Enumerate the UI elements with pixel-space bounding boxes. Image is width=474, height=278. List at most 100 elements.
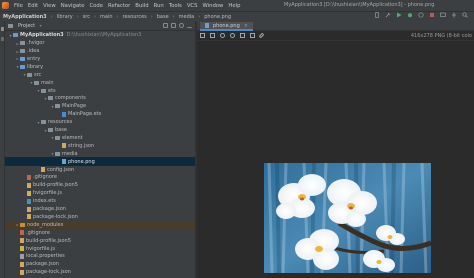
menu-run[interactable]: Run bbox=[154, 3, 164, 9]
gear-icon[interactable] bbox=[179, 23, 184, 28]
menu-file[interactable]: File bbox=[14, 3, 23, 9]
tree-item-label: config.json bbox=[47, 166, 75, 173]
tree-item-label: library bbox=[27, 63, 44, 70]
close-icon[interactable]: × bbox=[244, 23, 248, 29]
breadcrumb-item[interactable]: phone.png bbox=[204, 14, 231, 20]
ts-file-icon bbox=[27, 198, 31, 204]
menu-view[interactable]: View bbox=[43, 3, 56, 9]
menu-code[interactable]: Code bbox=[89, 3, 103, 9]
grid-icon[interactable] bbox=[210, 33, 215, 38]
folder-icon bbox=[41, 120, 46, 125]
actual-size-icon[interactable] bbox=[240, 33, 245, 38]
collapse-all-icon[interactable] bbox=[171, 23, 176, 28]
tree-item-label: resources bbox=[48, 119, 73, 126]
search-icon[interactable] bbox=[462, 12, 468, 18]
breadcrumb-item[interactable]: base bbox=[157, 14, 169, 20]
tree-item-label: index.ets bbox=[33, 198, 56, 205]
breadcrumb-item[interactable]: library bbox=[57, 14, 73, 20]
tree-item-label: package.json bbox=[26, 261, 59, 268]
breadcrumb-item[interactable]: MyApplication3 bbox=[3, 14, 47, 20]
folder-icon bbox=[55, 104, 60, 109]
sdk-manager-icon[interactable] bbox=[451, 12, 457, 18]
menu-edit[interactable]: Edit bbox=[28, 3, 38, 9]
js-file-icon bbox=[27, 190, 31, 196]
folder-icon bbox=[20, 56, 25, 61]
zoom-out-icon[interactable] bbox=[230, 33, 235, 38]
json-file-icon bbox=[20, 238, 24, 244]
git-file-icon bbox=[20, 230, 24, 236]
tree-item-label: src bbox=[34, 71, 42, 78]
tab-label: phone.png bbox=[213, 22, 240, 29]
color-picker-icon[interactable] bbox=[258, 32, 265, 39]
panel-divider[interactable] bbox=[195, 21, 197, 278]
orchid-image bbox=[264, 163, 431, 273]
tree-item-label: local.properties bbox=[26, 253, 65, 260]
stop-icon[interactable] bbox=[429, 12, 435, 18]
project-icon bbox=[8, 23, 13, 28]
folder-icon bbox=[27, 72, 32, 77]
breadcrumb-separator: › bbox=[76, 13, 79, 20]
tree-item-label: phone.png bbox=[68, 158, 95, 165]
menu-window[interactable]: Window bbox=[203, 3, 224, 9]
menu-tools[interactable]: Tools bbox=[169, 3, 182, 9]
folder-icon bbox=[20, 41, 25, 46]
chevron-down-icon[interactable]: ▾ bbox=[38, 23, 43, 28]
project-tool-button[interactable] bbox=[1, 27, 4, 31]
fit-icon[interactable] bbox=[200, 33, 205, 38]
tree-item-label: entry bbox=[27, 55, 41, 62]
image-preview[interactable] bbox=[264, 163, 431, 273]
menu-refactor[interactable]: Refactor bbox=[108, 3, 130, 9]
tree-item-label: media bbox=[62, 150, 78, 157]
tree-item-label: MainPage bbox=[62, 103, 87, 110]
folder-icon bbox=[20, 49, 25, 54]
tree-item-label: .gitignore bbox=[33, 174, 57, 181]
breadcrumb-separator: › bbox=[150, 13, 153, 20]
tree-item-label: main bbox=[41, 79, 54, 86]
json-file-icon bbox=[41, 167, 45, 173]
zoom-in-icon[interactable] bbox=[220, 33, 225, 38]
structure-tool-button[interactable] bbox=[1, 37, 4, 41]
debug-icon[interactable] bbox=[407, 12, 413, 18]
image-info-text: 416x278 PNG (8-bit colo bbox=[410, 33, 472, 39]
hammer-icon[interactable] bbox=[385, 12, 391, 18]
menu-build[interactable]: Build bbox=[135, 3, 148, 9]
json-file-icon bbox=[27, 214, 31, 220]
phone-icon[interactable] bbox=[374, 12, 380, 18]
menu-vcs[interactable]: VCS bbox=[187, 3, 198, 9]
device-manager-icon[interactable] bbox=[440, 12, 446, 18]
breadcrumb-item[interactable]: src bbox=[83, 14, 90, 20]
window-title: MyApplication3 [D:\\hushixian\\MyApplica… bbox=[284, 2, 435, 8]
minimize-icon[interactable] bbox=[187, 23, 192, 28]
breadcrumb-item[interactable]: main bbox=[100, 14, 113, 20]
breadcrumb-separator: › bbox=[50, 13, 53, 20]
menu-navigate[interactable]: Navigate bbox=[61, 3, 85, 9]
run-icon[interactable] bbox=[396, 12, 402, 18]
img-file-icon bbox=[62, 159, 66, 165]
git-file-icon bbox=[27, 174, 31, 180]
json-file-icon bbox=[20, 261, 24, 267]
tree-item-label: hvigorfile.js bbox=[33, 190, 63, 197]
locate-icon[interactable] bbox=[163, 23, 168, 28]
json-file-icon bbox=[27, 182, 31, 188]
profile-icon[interactable] bbox=[418, 12, 424, 18]
folder-icon bbox=[48, 96, 53, 101]
json-file-icon bbox=[62, 143, 66, 149]
breadcrumb-item[interactable]: media bbox=[179, 14, 195, 20]
menu-help[interactable]: Help bbox=[228, 3, 240, 9]
folder-icon bbox=[41, 88, 46, 93]
tree-item-label: build-profile.json5 bbox=[26, 237, 71, 244]
breadcrumb-item[interactable]: resources bbox=[123, 14, 147, 20]
folder-icon bbox=[34, 80, 39, 85]
folder-icon bbox=[20, 222, 25, 227]
tree-item-label: components bbox=[55, 95, 86, 102]
folder-icon bbox=[55, 135, 60, 140]
app-logo-icon bbox=[2, 2, 9, 9]
project-panel-title[interactable]: Project bbox=[18, 23, 35, 29]
folder-icon bbox=[13, 33, 18, 38]
tree-item[interactable]: package-lock.json bbox=[5, 268, 195, 277]
fit-zoom-icon[interactable] bbox=[250, 33, 255, 38]
breadcrumb-separator: › bbox=[198, 13, 201, 20]
tab-phone-png[interactable]: phone.png × bbox=[200, 22, 253, 31]
editor-tab-bar: phone.png × bbox=[197, 21, 474, 31]
breadcrumb-separator: › bbox=[172, 13, 175, 20]
